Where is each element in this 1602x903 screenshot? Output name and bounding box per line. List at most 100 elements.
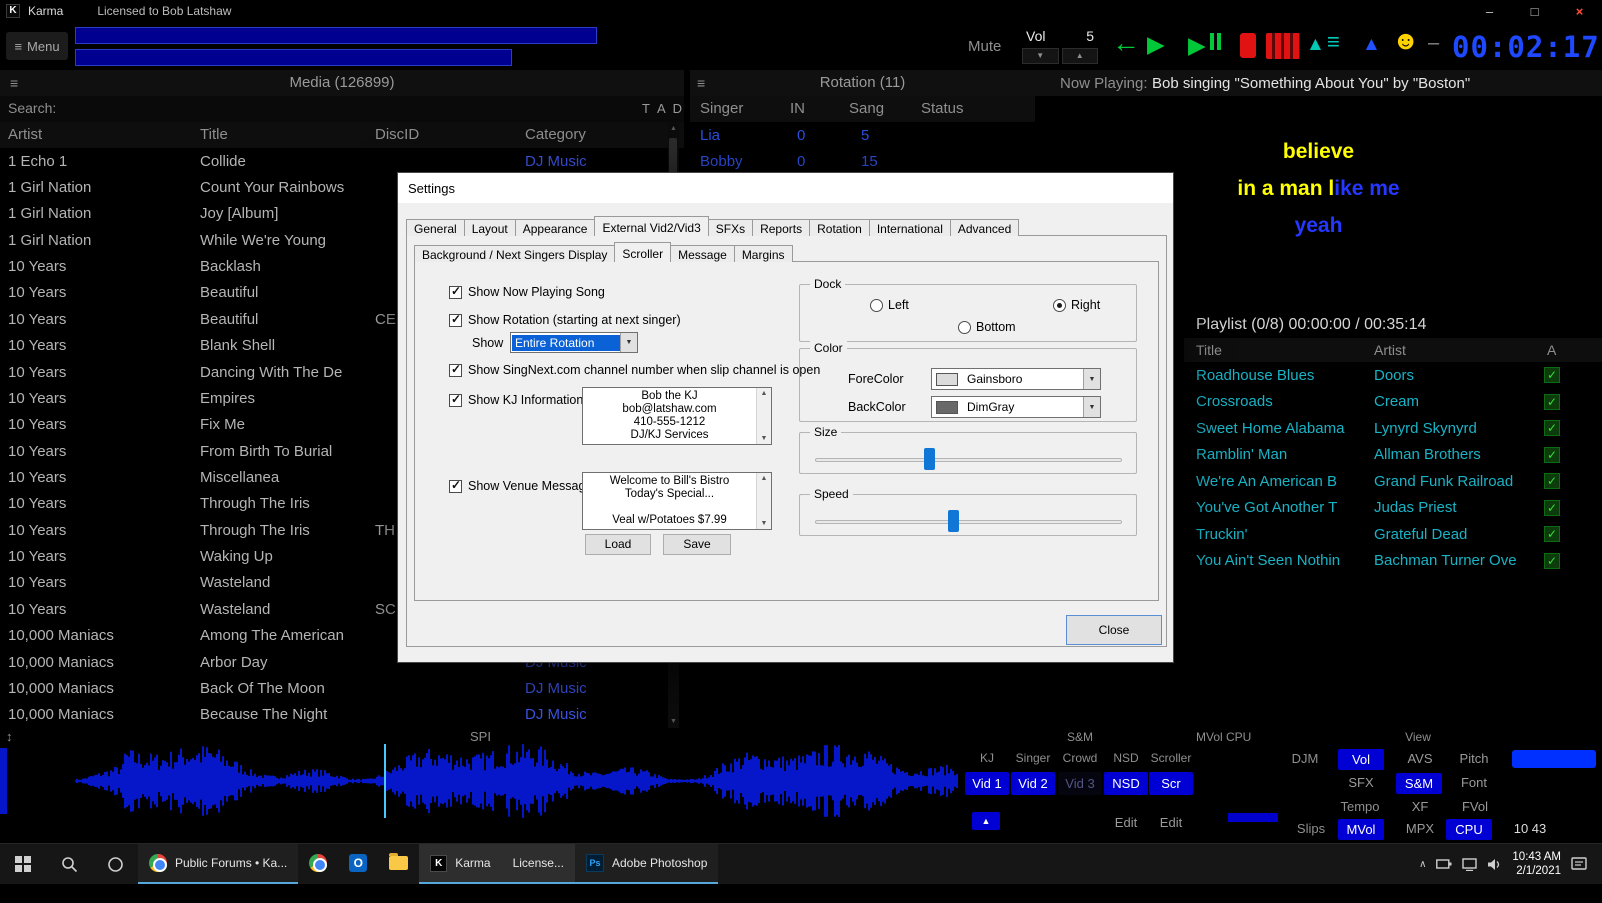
- taskbar-explorer-pinned[interactable]: [378, 844, 419, 884]
- avs-button[interactable]: AVS: [1398, 751, 1442, 766]
- size-slider[interactable]: [815, 447, 1122, 473]
- kj-info-textbox[interactable]: Bob the KJ bob@latshaw.com 410-555-1212 …: [582, 387, 772, 445]
- tab-appearance[interactable]: Appearance: [515, 219, 596, 236]
- media-row[interactable]: 1 Echo 1 Collide DJ Music: [0, 148, 668, 174]
- playlist-row[interactable]: Roadhouse Blues Doors ✓: [1184, 362, 1602, 389]
- mute-button[interactable]: Mute: [968, 38, 1001, 55]
- smiley-icon[interactable]: ☻: [1392, 27, 1419, 53]
- vol-button[interactable]: Vol: [1338, 749, 1384, 770]
- start-button[interactable]: [0, 844, 46, 884]
- stop-button[interactable]: [1240, 33, 1256, 58]
- sm-button[interactable]: S&M: [1396, 773, 1442, 794]
- tab-external-vid2-vid3[interactable]: External Vid2/Vid3: [594, 216, 708, 236]
- mpx-button[interactable]: MPX: [1398, 821, 1442, 836]
- venue-message-textbox[interactable]: Welcome to Bill's Bistro Today's Special…: [582, 472, 772, 530]
- playlist-checkbox[interactable]: ✓: [1544, 367, 1560, 383]
- save-button[interactable]: Save: [663, 534, 731, 555]
- show-now-playing-checkbox[interactable]: ✓ Show Now Playing Song: [449, 285, 605, 299]
- playlist-checkbox[interactable]: ✓: [1544, 473, 1560, 489]
- fvol-button[interactable]: FVol: [1448, 799, 1502, 814]
- scroll-up-icon[interactable]: ▲: [761, 390, 768, 397]
- playlist-row[interactable]: Crossroads Cream ✓: [1184, 389, 1602, 416]
- venue-message-scrollbar[interactable]: ▲ ▼: [756, 473, 771, 529]
- volume-up-button[interactable]: ▲: [1062, 48, 1099, 64]
- media-row[interactable]: 10,000 Maniacs Back Of The Moon DJ Music: [0, 675, 668, 701]
- playlist-checkbox[interactable]: ✓: [1544, 500, 1560, 516]
- playlist-row[interactable]: You Ain't Seen Nothin Bachman Turner Ove…: [1184, 548, 1602, 575]
- view-indicator[interactable]: [1512, 750, 1596, 768]
- tab-sfxs[interactable]: SFXs: [708, 219, 753, 236]
- action-center-icon[interactable]: [1571, 857, 1588, 872]
- font-button[interactable]: Font: [1448, 775, 1500, 790]
- subtab-background-next-singers[interactable]: Background / Next Singers Display: [414, 245, 615, 262]
- speaker-icon[interactable]: [1487, 858, 1502, 871]
- show-singnext-checkbox[interactable]: ✓ Show SingNext.com channel number when …: [449, 363, 820, 377]
- chevron-down-icon[interactable]: ▼: [1083, 397, 1100, 417]
- tab-layout[interactable]: Layout: [464, 219, 516, 236]
- playlist-row[interactable]: Truckin' Grateful Dead ✓: [1184, 521, 1602, 548]
- speed-slider-track[interactable]: [815, 520, 1122, 524]
- scroll-up-icon[interactable]: ▲: [668, 125, 679, 132]
- previous-singer-icon[interactable]: ←: [1112, 29, 1140, 57]
- playlist-row[interactable]: We're An American B Grand Funk Railroad …: [1184, 468, 1602, 495]
- col-playlist-active[interactable]: A: [1547, 342, 1556, 358]
- battery-icon[interactable]: [1436, 858, 1452, 870]
- subtab-message[interactable]: Message: [670, 245, 735, 262]
- taskbar-karma-window[interactable]: K Karma License...: [419, 844, 575, 884]
- size-slider-track[interactable]: [815, 458, 1122, 462]
- playlist-row[interactable]: Ramblin' Man Allman Brothers ✓: [1184, 442, 1602, 469]
- minimize-button[interactable]: –: [1467, 0, 1512, 22]
- scroll-down-icon[interactable]: ▼: [668, 718, 679, 725]
- scroll-down-icon[interactable]: ▼: [761, 520, 768, 527]
- volume-down-button[interactable]: ▼: [1022, 48, 1059, 64]
- play-pause-button[interactable]: ▶: [1188, 33, 1221, 57]
- scroll-up-icon[interactable]: ▲: [761, 475, 768, 482]
- playlist-checkbox[interactable]: ✓: [1544, 420, 1560, 436]
- window-titlebar[interactable]: K Karma Licensed to Bob Latshaw – □ ×: [0, 0, 1602, 22]
- speed-slider[interactable]: [815, 509, 1122, 535]
- tray-expand-icon[interactable]: ∧: [1419, 859, 1426, 870]
- rotation-menu-icon[interactable]: ≡: [697, 75, 705, 91]
- col-artist[interactable]: Artist: [8, 126, 42, 143]
- dock-left-radio[interactable]: Left: [870, 298, 909, 312]
- close-button[interactable]: ×: [1557, 0, 1602, 22]
- playlist-checkbox[interactable]: ✓: [1544, 553, 1560, 569]
- chevron-down-icon[interactable]: ▼: [1083, 369, 1100, 389]
- speed-slider-thumb[interactable]: [948, 510, 959, 532]
- col-category[interactable]: Category: [525, 126, 586, 143]
- rotation-row[interactable]: Lia 0 5: [690, 122, 1035, 148]
- menu-button[interactable]: ≡ Menu: [6, 32, 68, 60]
- waveform[interactable]: [75, 744, 958, 818]
- rotation-list-icon[interactable]: ≡: [1327, 31, 1340, 53]
- play-icon[interactable]: ▶: [1147, 33, 1165, 56]
- tab-advanced[interactable]: Advanced: [950, 219, 1019, 236]
- edit-scroller-button[interactable]: Edit: [1149, 815, 1193, 830]
- nsd-button[interactable]: NSD: [1104, 772, 1148, 795]
- expand-up-button[interactable]: ▲: [972, 812, 1000, 830]
- chevron-down-icon[interactable]: ▼: [620, 333, 637, 352]
- taskbar-chrome-window[interactable]: Public Forums • Ka...: [138, 844, 298, 884]
- rotation-row[interactable]: Bobby 0 15: [690, 148, 1035, 174]
- dock-right-radio[interactable]: Right: [1053, 298, 1100, 312]
- media-menu-icon[interactable]: ≡: [10, 75, 18, 91]
- filter-toggle[interactable]: D: [673, 101, 682, 116]
- rotation-scope-dropdown[interactable]: Entire Rotation ▼: [510, 332, 638, 353]
- sfx-button[interactable]: SFX: [1338, 775, 1384, 790]
- vid2-button[interactable]: Vid 2: [1011, 772, 1055, 795]
- cpu-button[interactable]: CPU: [1446, 819, 1492, 840]
- tab-general[interactable]: General: [406, 219, 465, 236]
- next-singer-icon[interactable]: ▲: [1306, 35, 1325, 54]
- blue-triangle-icon[interactable]: ▲: [1362, 35, 1381, 54]
- col-playlist-artist[interactable]: Artist: [1374, 342, 1406, 358]
- col-singer[interactable]: Singer: [700, 100, 743, 117]
- media-row[interactable]: 10,000 Maniacs Because The Night DJ Musi…: [0, 702, 668, 728]
- cortana-button[interactable]: [92, 844, 138, 884]
- taskbar-search-button[interactable]: [46, 844, 92, 884]
- show-rotation-checkbox[interactable]: ✓ Show Rotation (starting at next singer…: [449, 313, 681, 327]
- singer-progress-bar-bottom[interactable]: [75, 49, 512, 66]
- load-button[interactable]: Load: [585, 534, 651, 555]
- kj-info-scrollbar[interactable]: ▲ ▼: [756, 388, 771, 444]
- network-icon[interactable]: [1462, 858, 1477, 871]
- taskbar-outlook-pinned[interactable]: O: [338, 844, 378, 884]
- playlist-checkbox[interactable]: ✓: [1544, 526, 1560, 542]
